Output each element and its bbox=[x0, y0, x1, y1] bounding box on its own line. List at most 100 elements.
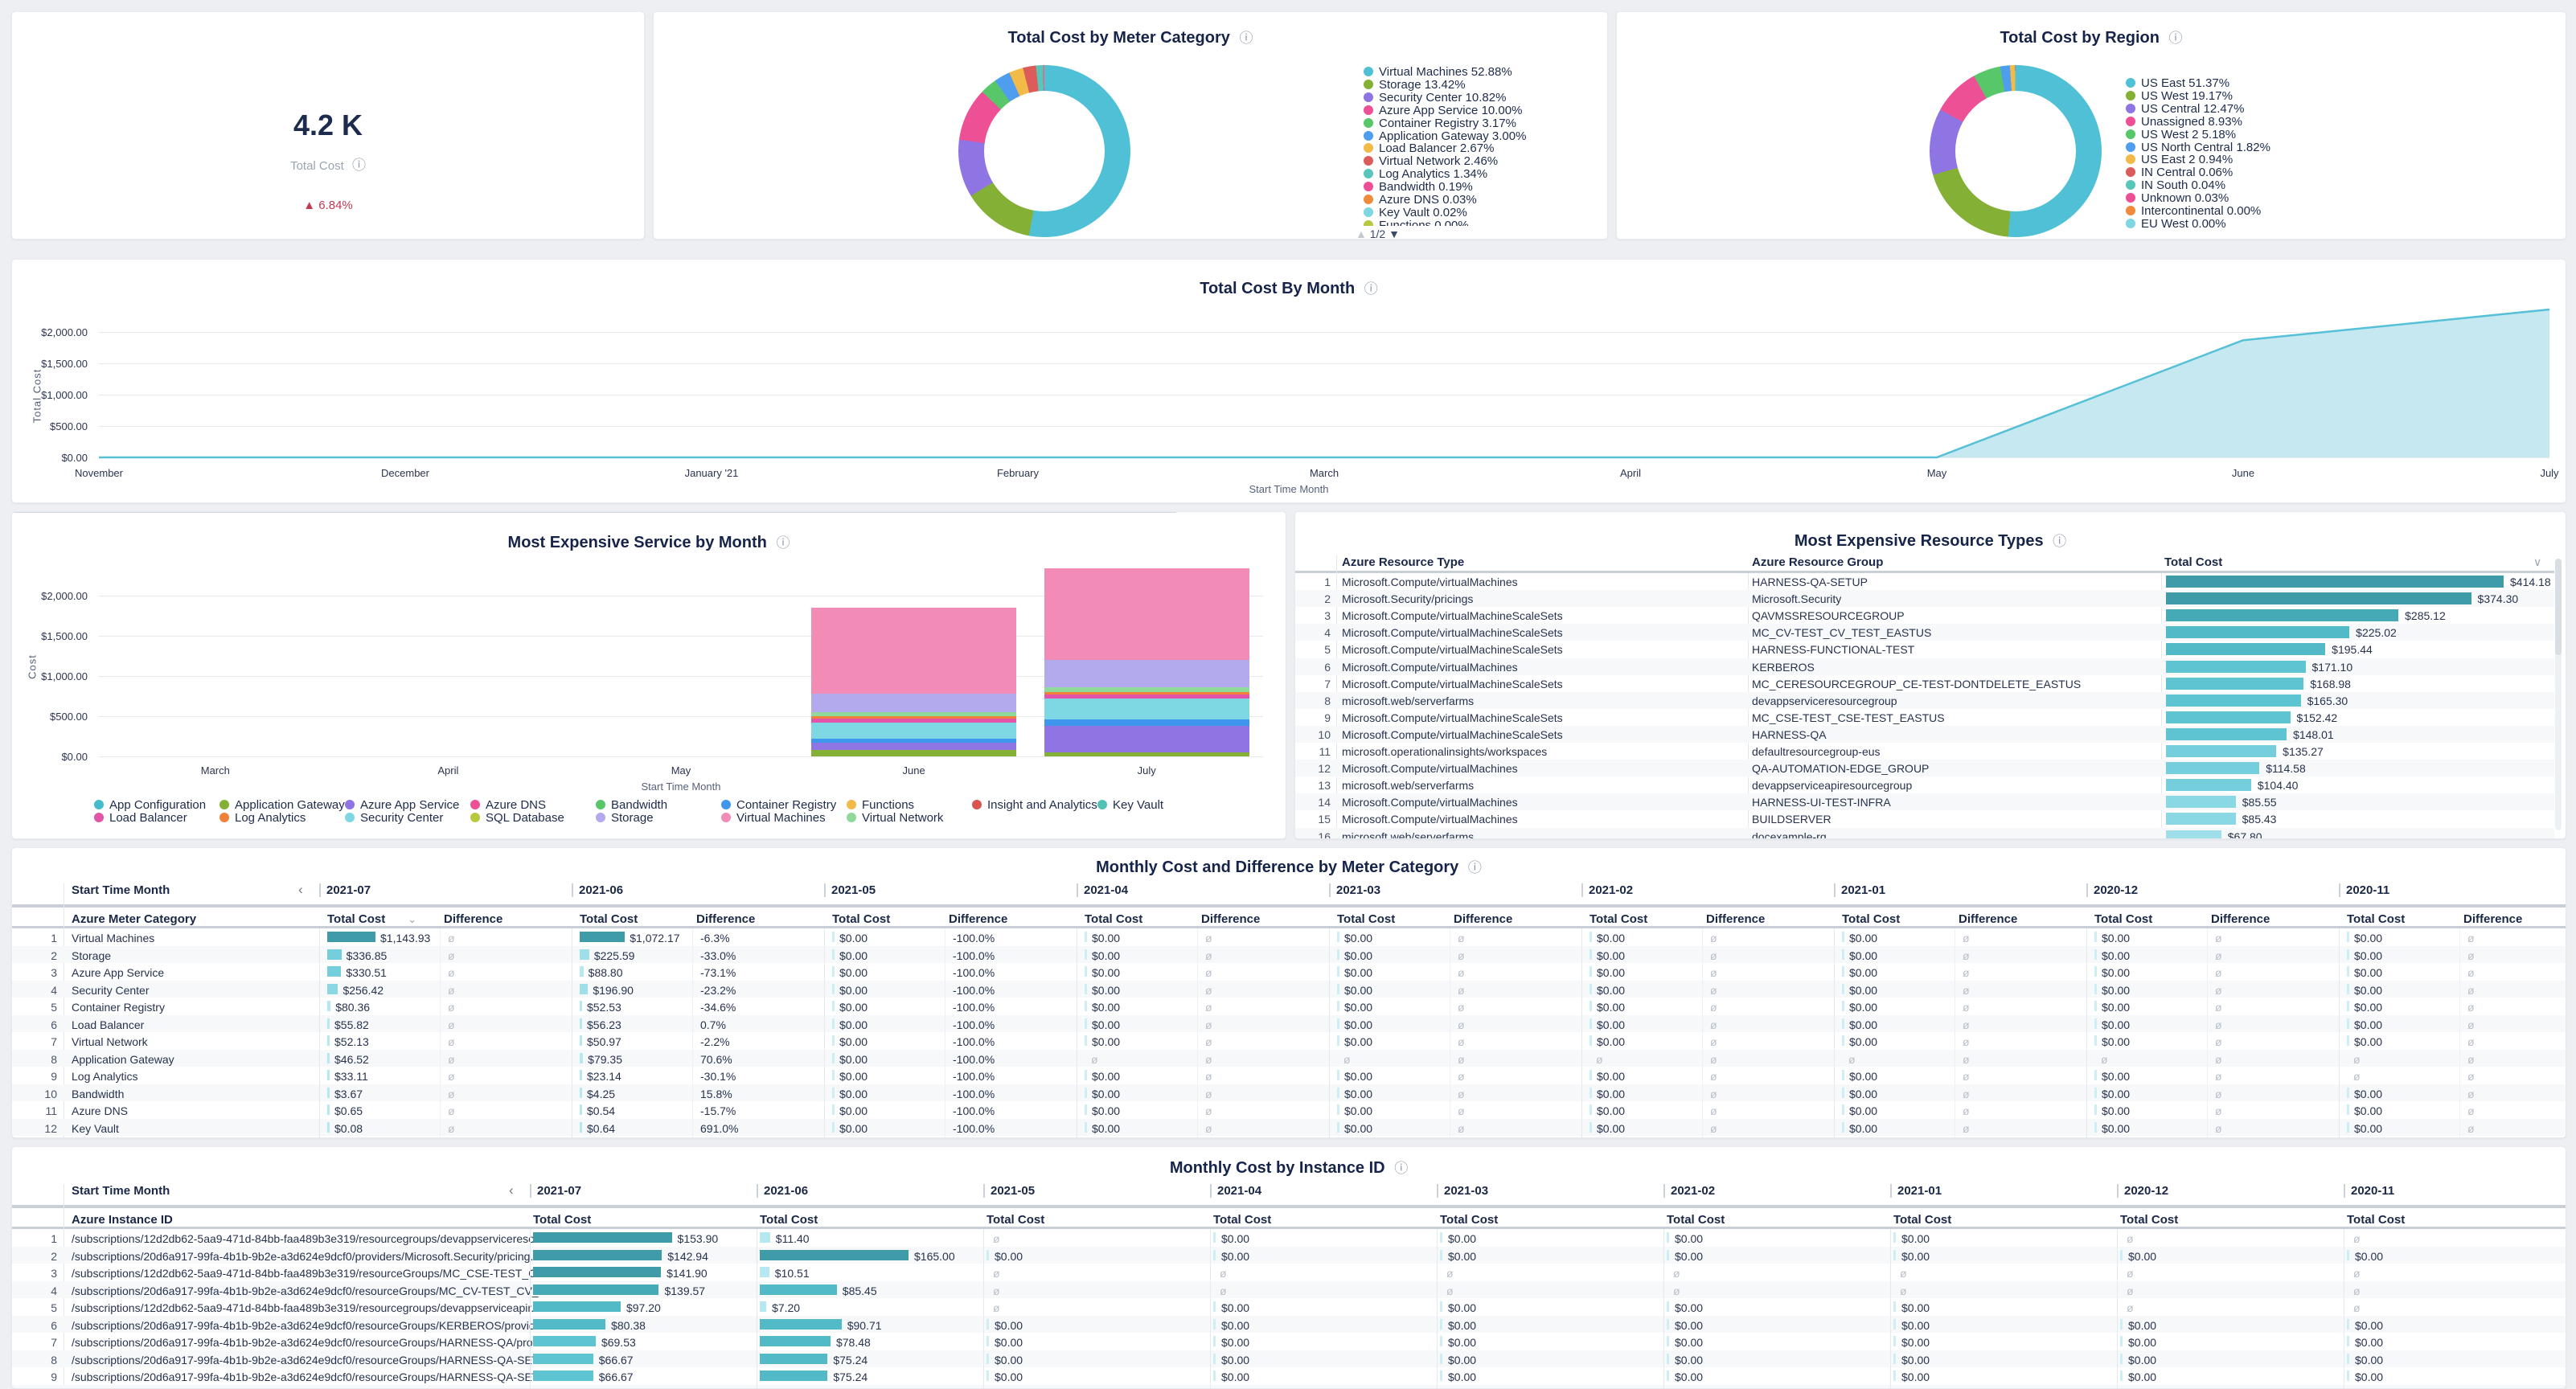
cost-bar[interactable] bbox=[1337, 1088, 1339, 1098]
legend-item[interactable]: Unknown 0.03% bbox=[2126, 191, 2229, 205]
cost-bar[interactable] bbox=[1440, 1250, 1442, 1260]
cost-bar[interactable] bbox=[2347, 1122, 2349, 1133]
cost-bar[interactable] bbox=[1440, 1319, 1442, 1330]
cost-bar[interactable] bbox=[327, 932, 375, 942]
cost-bar[interactable] bbox=[1589, 1018, 1592, 1029]
table-row[interactable]: 2Storage$336.85ø$225.59-33.0%$0.00-100.0… bbox=[12, 946, 2566, 964]
cost-bar[interactable] bbox=[327, 1088, 330, 1098]
cost-bar[interactable] bbox=[2166, 626, 2349, 638]
scrollbar-thumb[interactable] bbox=[2555, 559, 2562, 655]
cost-bar[interactable] bbox=[1085, 1122, 1087, 1133]
cost-bar[interactable] bbox=[533, 1301, 621, 1312]
month-header-2021-04[interactable]: 2021-04 bbox=[1210, 1184, 1261, 1198]
month-header-2021-02[interactable]: 2021-02 bbox=[1663, 1184, 1715, 1198]
table-row[interactable]: 3Azure App Service$330.51ø$88.80-73.1%$0… bbox=[12, 963, 2566, 981]
cost-bar[interactable] bbox=[1842, 1001, 1844, 1011]
table-row[interactable]: 9/subscriptions/20d6a917-99fa-4b1b-9b2e-… bbox=[12, 1367, 2566, 1385]
cost-bar[interactable] bbox=[832, 949, 835, 960]
cost-bar[interactable] bbox=[1213, 1250, 1216, 1260]
difference-header[interactable]: Difference bbox=[1959, 912, 2017, 926]
cost-bar[interactable] bbox=[1589, 932, 1592, 942]
legend-item[interactable]: Virtual Machines bbox=[721, 811, 826, 825]
month-header-2021-05[interactable]: 2021-05 bbox=[824, 883, 876, 897]
table-row[interactable]: 11Azure DNS$0.65ø$0.54-15.7%$0.00-100.0%… bbox=[12, 1101, 2566, 1119]
cost-bar[interactable] bbox=[2347, 1001, 2349, 1011]
cost-bar[interactable] bbox=[2347, 1250, 2349, 1260]
table-row[interactable]: 13App Configuration$0.00ø$0.00ø$0.00ø$0.… bbox=[12, 1136, 2566, 1138]
cost-bar[interactable] bbox=[2094, 984, 2097, 994]
cost-bar[interactable] bbox=[1085, 984, 1087, 994]
table-row[interactable]: 3/subscriptions/12d2db62-5aa9-471d-84bb-… bbox=[12, 1264, 2566, 1281]
cost-bar[interactable] bbox=[1667, 1250, 1669, 1260]
cost-bar[interactable] bbox=[2094, 966, 2097, 977]
cost-bar[interactable] bbox=[533, 1232, 672, 1243]
cost-header[interactable]: Total Cost bbox=[1842, 912, 1900, 926]
difference-header[interactable]: Difference bbox=[949, 912, 1007, 926]
cost-bar[interactable] bbox=[1085, 966, 1087, 977]
cost-bar[interactable] bbox=[1337, 932, 1339, 942]
cost-bar[interactable] bbox=[2094, 1122, 2097, 1133]
cost-header[interactable]: Total Cost bbox=[1667, 1213, 1725, 1227]
legend-item[interactable]: Container Registry bbox=[721, 798, 836, 812]
table-row[interactable]: 9Log Analytics$33.11ø$23.14-30.1%$0.00-1… bbox=[12, 1067, 2566, 1084]
month-header-2020-12[interactable]: 2020-12 bbox=[2117, 1184, 2168, 1198]
legend-item[interactable]: Key Vault bbox=[1097, 798, 1163, 812]
cost-bar[interactable] bbox=[580, 1122, 582, 1133]
cost-bar[interactable] bbox=[2120, 1354, 2123, 1364]
difference-header[interactable]: Difference bbox=[2463, 912, 2522, 926]
cost-bar[interactable] bbox=[1589, 1001, 1592, 1011]
scroll-left-icon[interactable]: ‹ bbox=[298, 882, 303, 898]
cost-bar[interactable] bbox=[1440, 1301, 1442, 1312]
cost-bar[interactable] bbox=[832, 1122, 835, 1133]
cost-bar[interactable] bbox=[1085, 1070, 1087, 1080]
cost-bar[interactable] bbox=[1842, 966, 1844, 977]
cost-bar[interactable] bbox=[1440, 1336, 1442, 1346]
difference-header[interactable]: Difference bbox=[2211, 912, 2270, 926]
cost-bar[interactable] bbox=[1667, 1301, 1669, 1312]
cost-bar[interactable] bbox=[1893, 1301, 1896, 1312]
cost-bar[interactable] bbox=[2347, 1088, 2349, 1098]
cost-bar[interactable] bbox=[1589, 949, 1592, 960]
month-header-2020-11[interactable]: 2020-11 bbox=[2339, 883, 2389, 897]
difference-header[interactable]: Difference bbox=[696, 912, 755, 926]
month-header-2020-11[interactable]: 2020-11 bbox=[2344, 1184, 2394, 1198]
cost-bar[interactable] bbox=[2166, 813, 2236, 825]
cost-bar[interactable] bbox=[580, 1104, 582, 1115]
cost-bar[interactable] bbox=[1337, 1018, 1339, 1029]
cost-bar[interactable] bbox=[327, 1122, 330, 1133]
cost-bar[interactable] bbox=[760, 1301, 766, 1312]
table-row[interactable]: 13microsoft.web/serverfarmsdevappservice… bbox=[1295, 776, 2554, 793]
legend-item[interactable]: Bandwidth bbox=[596, 798, 667, 812]
cost-header[interactable]: Total Cost bbox=[580, 912, 638, 926]
cost-bar[interactable] bbox=[1213, 1336, 1216, 1346]
cost-bar[interactable] bbox=[580, 966, 584, 977]
cost-bar[interactable] bbox=[1589, 966, 1592, 977]
table-row[interactable]: 4/subscriptions/20d6a917-99fa-4b1b-9b2e-… bbox=[12, 1281, 2566, 1299]
legend-item[interactable]: Virtual Network bbox=[847, 811, 943, 825]
cost-bar[interactable] bbox=[2166, 796, 2236, 808]
difference-header[interactable]: Difference bbox=[444, 912, 502, 926]
cost-bar[interactable] bbox=[1842, 1122, 1844, 1133]
legend-item[interactable]: Functions 0.00% bbox=[1364, 219, 1469, 226]
cost-bar[interactable] bbox=[580, 1018, 582, 1029]
cost-bar[interactable] bbox=[2166, 661, 2306, 673]
table-row[interactable]: 8/subscriptions/20d6a917-99fa-4b1b-9b2e-… bbox=[12, 1350, 2566, 1368]
legend-item[interactable]: Azure App Service 10.00% bbox=[1364, 104, 1522, 117]
cost-bar[interactable] bbox=[1085, 1088, 1087, 1098]
cost-bar[interactable] bbox=[1667, 1336, 1669, 1346]
month-header-2021-07[interactable]: 2021-07 bbox=[530, 1184, 581, 1198]
cost-bar[interactable] bbox=[580, 1053, 583, 1063]
cost-bar[interactable] bbox=[832, 1018, 835, 1029]
table-row[interactable]: 5Container Registry$80.36ø$52.53-34.6%$0… bbox=[12, 998, 2566, 1015]
cost-bar[interactable] bbox=[2166, 779, 2251, 791]
table-row[interactable]: 2Microsoft.Security/pricingsMicrosoft.Se… bbox=[1295, 590, 2554, 607]
sort-chevron-icon[interactable]: ⌄ bbox=[408, 913, 416, 925]
table-row[interactable]: 12Microsoft.Compute/virtualMachinesQA-AU… bbox=[1295, 760, 2554, 776]
cost-header[interactable]: Total Cost bbox=[2094, 912, 2152, 926]
table-row[interactable]: 8Application Gateway$46.52ø$79.3570.6%$0… bbox=[12, 1050, 2566, 1067]
cost-bar[interactable] bbox=[760, 1371, 827, 1381]
cost-bar[interactable] bbox=[760, 1267, 769, 1277]
table-row[interactable]: 7/subscriptions/20d6a917-99fa-4b1b-9b2e-… bbox=[12, 1333, 2566, 1350]
table-row[interactable]: 16microsoft.web/serverfarmsdocexample-rg… bbox=[1295, 828, 2554, 840]
cost-bar[interactable] bbox=[832, 1035, 835, 1046]
